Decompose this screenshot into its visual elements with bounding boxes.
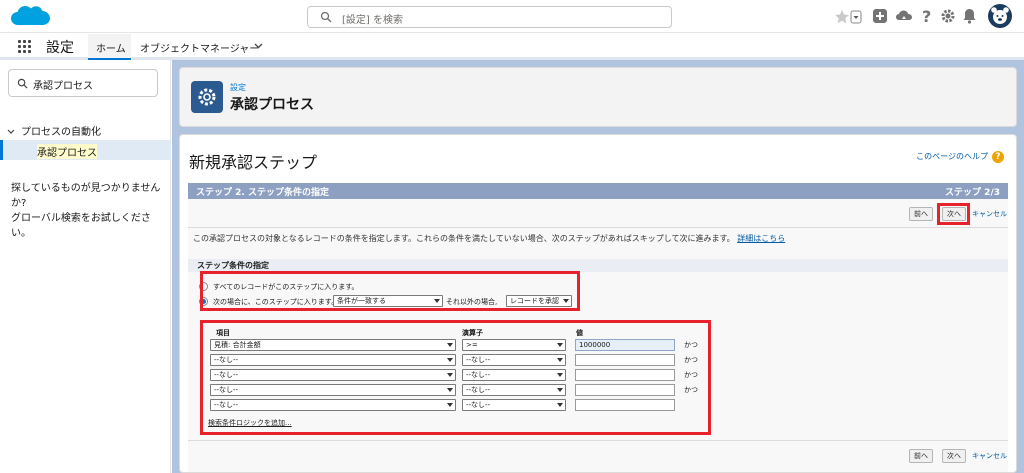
setup-sidebar: 承認プロセス プロセスの自動化 承認プロセス 探しているものが見つかりませんか?…: [0, 60, 171, 473]
not-found-line2: グローバル検索をお試しください。: [11, 213, 151, 239]
app-launcher-icon[interactable]: [18, 40, 32, 54]
tree-item-process-automation[interactable]: プロセスの自動化: [7, 123, 101, 138]
chevron-down-icon: [7, 129, 15, 134]
app-name: 設定: [46, 40, 74, 56]
salesforce-logo[interactable]: [10, 3, 52, 31]
content-card: 新規承認ステップ このページのヘルプ? ステップ 2. ステップ条件の指定 ステ…: [179, 134, 1017, 473]
quick-find-input[interactable]: 承認プロセス: [8, 69, 158, 97]
setup-gear-badge: [191, 81, 223, 113]
search-placeholder: [設定] を検索: [342, 15, 403, 26]
help-icon[interactable]: ?: [920, 7, 934, 25]
cancel-link-bottom[interactable]: キャンセル: [972, 451, 1007, 461]
help-link[interactable]: このページのヘルプ?: [916, 151, 1004, 163]
svg-text:?: ?: [922, 7, 931, 25]
tab-home-label: ホーム: [96, 44, 126, 55]
tree-item-approval-process[interactable]: 承認プロセス: [0, 140, 171, 160]
gear-icon[interactable]: [940, 8, 956, 24]
global-header: [設定] を検索 ?: [0, 0, 1024, 33]
notifications-bell-icon[interactable]: [962, 8, 977, 24]
help-link-label: このページのヘルプ: [916, 152, 988, 161]
tree-parent-label: プロセスの自動化: [21, 127, 101, 138]
prev-button-top[interactable]: 前へ: [909, 207, 933, 221]
search-icon: [17, 78, 28, 89]
tree-child-label: 承認プロセス: [37, 144, 97, 159]
step-bar-counter: ステップ 2/3: [945, 188, 1000, 198]
chevron-down-icon[interactable]: [254, 43, 263, 49]
trailhead-icon[interactable]: [895, 7, 913, 25]
section-title: ステップ条件の指定: [197, 261, 269, 270]
quick-find-value: 承認プロセス: [33, 81, 93, 92]
help-question-icon: ?: [992, 151, 1004, 163]
gear-icon: [198, 88, 216, 106]
description: この承認プロセスの対象となるレコードの条件を指定します。これらの条件を満たしてい…: [193, 233, 785, 244]
favorites-star-icon[interactable]: [834, 8, 866, 26]
prev-button-bottom[interactable]: 前へ: [909, 449, 933, 463]
not-found-hint: 探しているものが見つかりませんか? グローバル検索をお試しください。: [11, 181, 170, 241]
radio-block-highlight: [200, 271, 580, 311]
not-found-line1: 探しているものが見つかりませんか?: [11, 183, 161, 209]
app-nav-bar: 設定 ホーム オブジェクトマネージャー: [0, 34, 1024, 60]
divider-bottom: [188, 440, 1008, 441]
tab-home[interactable]: ホーム: [88, 34, 131, 60]
global-search[interactable]: [設定] を検索: [307, 6, 672, 28]
description-text: この承認プロセスの対象となるレコードの条件を指定します。これらの条件を満たしてい…: [193, 234, 735, 243]
step-bar-title: ステップ 2. ステップ条件の指定: [196, 188, 329, 198]
criteria-table-highlight: [200, 320, 711, 435]
next-button-highlight: [937, 203, 970, 225]
search-icon: [320, 11, 332, 23]
divider: [188, 227, 1008, 228]
step-bar: ステップ 2. ステップ条件の指定 ステップ 2/3: [188, 183, 1008, 199]
step-section: 前へ 次へ キャンセル この承認プロセスの対象となるレコードの条件を指定します。…: [188, 199, 1008, 472]
cancel-link-top[interactable]: キャンセル: [972, 209, 1007, 219]
content-title: 新規承認ステップ: [189, 153, 318, 172]
page-header-card: 設定 承認プロセス: [179, 67, 1017, 127]
user-avatar-icon[interactable]: [988, 4, 1012, 28]
page-subtitle: 設定: [230, 83, 246, 92]
add-icon[interactable]: [872, 8, 888, 24]
page-title: 承認プロセス: [230, 97, 314, 113]
details-link[interactable]: 詳細はこちら: [737, 234, 785, 243]
next-button-bottom[interactable]: 次へ: [942, 449, 966, 463]
tab-object-manager[interactable]: オブジェクトマネージャー: [140, 40, 259, 55]
